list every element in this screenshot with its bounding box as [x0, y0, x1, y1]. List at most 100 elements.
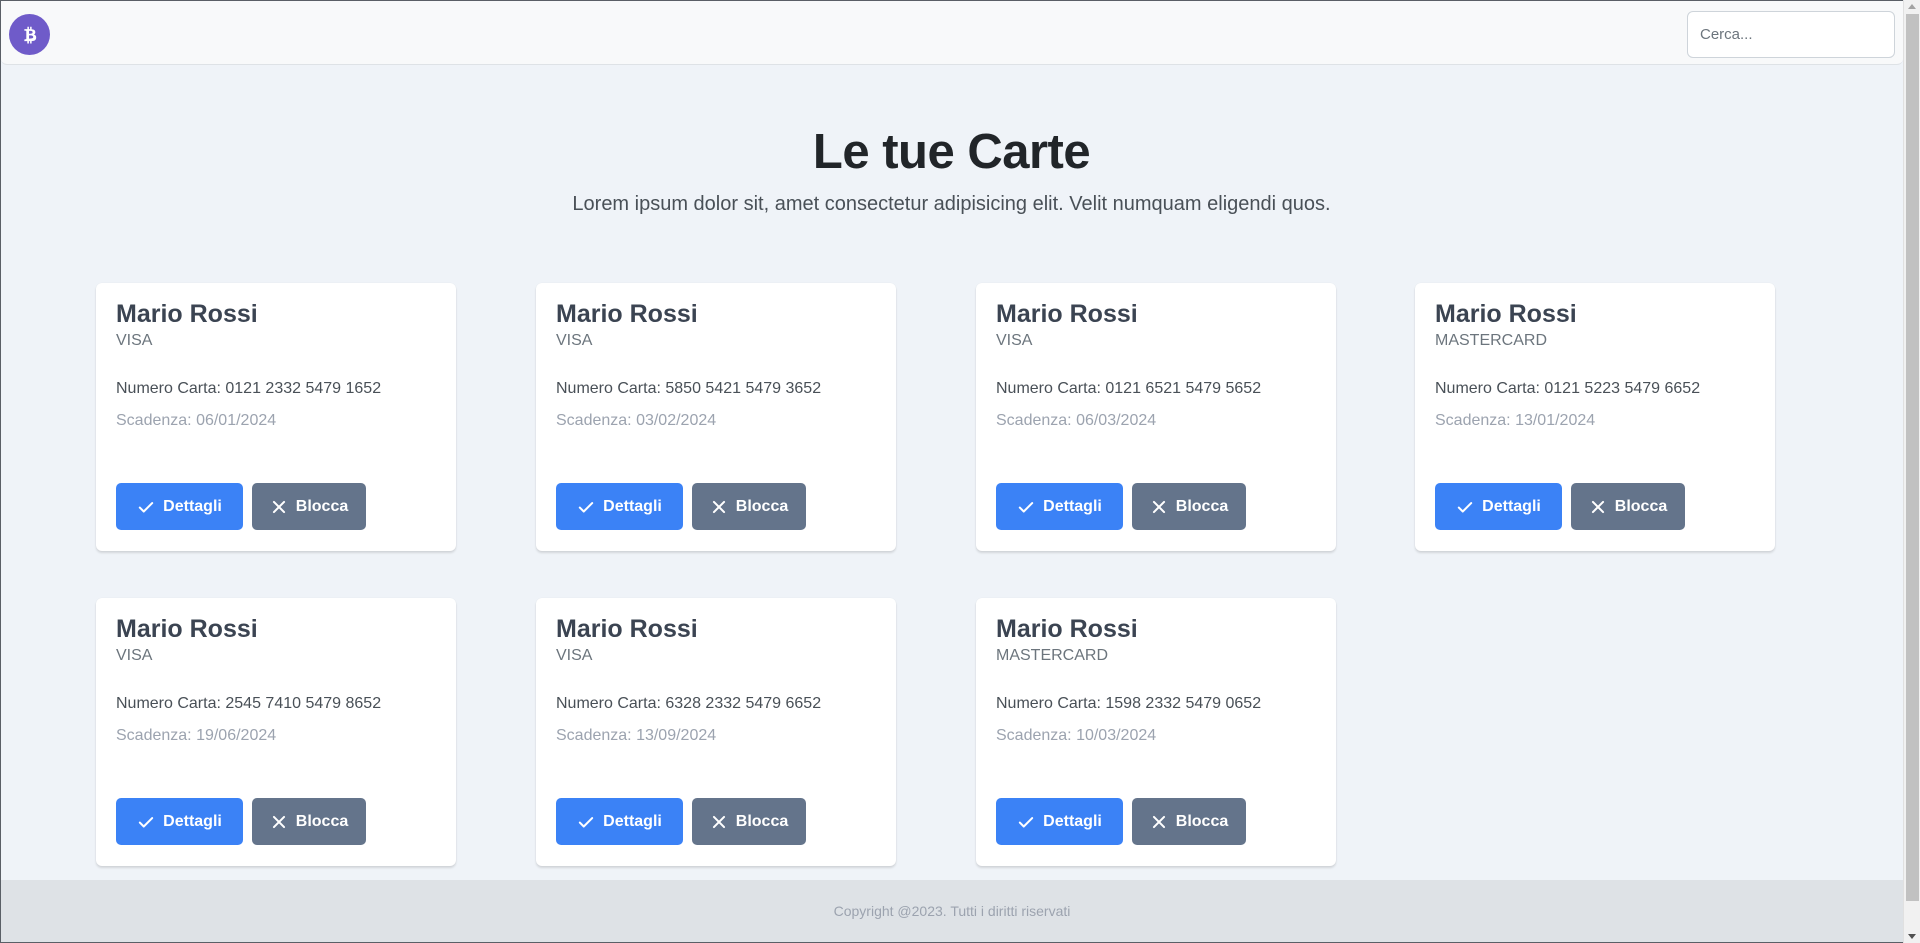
close-icon	[272, 500, 285, 513]
details-button[interactable]: Dettagli	[556, 798, 683, 845]
card-number: Numero Carta: 0121 2332 5479 1652	[116, 380, 381, 398]
card-expiry: Scadenza: 13/01/2024	[1435, 412, 1595, 430]
page-title: Le tue Carte	[812, 125, 1091, 179]
block-button[interactable]: Blocca	[252, 483, 366, 530]
check-icon	[1018, 501, 1034, 513]
card-number-label: Numero Carta:	[996, 695, 1106, 712]
vertical-scrollbar[interactable]	[1903, 0, 1920, 943]
close-icon	[712, 500, 725, 513]
details-button[interactable]: Dettagli	[116, 798, 243, 845]
card-expiry-value: 13/01/2024	[1515, 412, 1596, 429]
card-expiry-value: 03/02/2024	[636, 412, 717, 429]
details-button-label: Dettagli	[1043, 812, 1102, 830]
scroll-down-arrow-icon[interactable]	[1908, 934, 1916, 939]
check-icon	[138, 816, 154, 828]
close-icon	[712, 815, 725, 828]
search-input[interactable]	[1687, 11, 1895, 58]
card-expiry-label: Scadenza:	[116, 727, 197, 744]
card-number-label: Numero Carta:	[116, 695, 226, 712]
check-icon	[1457, 501, 1473, 513]
card-number-value: 2545 7410 5479 8652	[225, 695, 382, 712]
card-expiry: Scadenza: 06/01/2024	[116, 412, 276, 430]
card-expiry: Scadenza: 19/06/2024	[116, 727, 276, 745]
block-button[interactable]: Blocca	[1132, 798, 1246, 845]
page-subtitle: Lorem ipsum dolor sit, amet consectetur …	[572, 193, 1331, 215]
card-number-value: 5850 5421 5479 3652	[665, 380, 822, 397]
card-type: VISA	[556, 647, 593, 664]
card-expiry-label: Scadenza:	[996, 727, 1077, 744]
card-expiry-label: Scadenza:	[556, 412, 637, 429]
check-icon	[578, 816, 594, 828]
card-number-label: Numero Carta:	[1435, 380, 1545, 397]
card-number: Numero Carta: 2545 7410 5479 8652	[116, 695, 381, 713]
card-type: VISA	[116, 647, 153, 664]
card-number-value: 0121 5223 5479 6652	[1544, 380, 1701, 397]
card-holder-name: Mario Rossi	[556, 615, 698, 643]
block-button-label: Blocca	[1614, 497, 1668, 515]
details-button-label: Dettagli	[1043, 497, 1102, 515]
card-expiry-value: 13/09/2024	[636, 727, 717, 744]
card-number-value: 6328 2332 5479 6652	[665, 695, 822, 712]
card-expiry-value: 06/01/2024	[196, 412, 277, 429]
block-button[interactable]: Blocca	[692, 798, 806, 845]
card-holder-name: Mario Rossi	[1435, 300, 1577, 328]
block-button[interactable]: Blocca	[692, 483, 806, 530]
card-expiry: Scadenza: 03/02/2024	[556, 412, 716, 430]
card-expiry-value: 10/03/2024	[1076, 727, 1157, 744]
close-icon	[272, 815, 285, 828]
card-expiry-value: 06/03/2024	[1076, 412, 1157, 429]
block-button-label: Blocca	[295, 812, 349, 830]
card-number-value: 1598 2332 5479 0652	[1105, 695, 1262, 712]
check-icon	[578, 501, 594, 513]
details-button[interactable]: Dettagli	[556, 483, 683, 530]
card-expiry-value: 19/06/2024	[196, 727, 277, 744]
bitcoin-glyph	[23, 26, 36, 44]
card-type: VISA	[996, 332, 1033, 349]
topbar	[1, 1, 1903, 65]
details-button[interactable]: Dettagli	[1435, 483, 1562, 530]
card-expiry: Scadenza: 10/03/2024	[996, 727, 1156, 745]
check-icon	[1018, 816, 1034, 828]
details-button-label: Dettagli	[603, 497, 662, 515]
copyright-text: Copyright @2023. Tutti i diritti riserva…	[833, 903, 1071, 919]
details-button[interactable]: Dettagli	[996, 483, 1123, 530]
card-number-value: 0121 6521 5479 5652	[1105, 380, 1262, 397]
card-item: Mario Rossi VISA Numero Carta: 2545 7410…	[96, 598, 456, 866]
block-button[interactable]: Blocca	[1571, 483, 1685, 530]
block-button-label: Blocca	[735, 497, 789, 515]
card-expiry: Scadenza: 06/03/2024	[996, 412, 1156, 430]
card-item: Mario Rossi MASTERCARD Numero Carta: 012…	[1415, 283, 1775, 551]
card-holder-name: Mario Rossi	[556, 300, 698, 328]
card-expiry-label: Scadenza:	[116, 412, 197, 429]
card-expiry-label: Scadenza:	[996, 412, 1077, 429]
card-item: Mario Rossi VISA Numero Carta: 5850 5421…	[536, 283, 896, 551]
card-expiry-label: Scadenza:	[556, 727, 637, 744]
card-number-label: Numero Carta:	[556, 380, 666, 397]
bitcoin-icon[interactable]	[9, 14, 50, 55]
card-holder-name: Mario Rossi	[116, 300, 258, 328]
check-icon	[138, 501, 154, 513]
details-button-label: Dettagli	[163, 497, 222, 515]
scrollbar-thumb[interactable]	[1906, 14, 1919, 901]
card-expiry-label: Scadenza:	[1435, 412, 1516, 429]
close-icon	[1591, 500, 1604, 513]
details-button-label: Dettagli	[603, 812, 662, 830]
details-button[interactable]: Dettagli	[996, 798, 1123, 845]
footer: Copyright @2023. Tutti i diritti riserva…	[1, 880, 1903, 942]
card-expiry: Scadenza: 13/09/2024	[556, 727, 716, 745]
close-icon	[1152, 815, 1165, 828]
card-number: Numero Carta: 5850 5421 5479 3652	[556, 380, 821, 398]
card-number: Numero Carta: 6328 2332 5479 6652	[556, 695, 821, 713]
card-holder-name: Mario Rossi	[116, 615, 258, 643]
block-button[interactable]: Blocca	[1132, 483, 1246, 530]
card-number: Numero Carta: 1598 2332 5479 0652	[996, 695, 1261, 713]
card-holder-name: Mario Rossi	[996, 615, 1138, 643]
block-button[interactable]: Blocca	[252, 798, 366, 845]
card-type: VISA	[556, 332, 593, 349]
card-type: MASTERCARD	[996, 647, 1109, 664]
details-button[interactable]: Dettagli	[116, 483, 243, 530]
block-button-label: Blocca	[1175, 812, 1229, 830]
block-button-label: Blocca	[1175, 497, 1229, 515]
scroll-up-arrow-icon[interactable]	[1908, 4, 1916, 9]
card-item: Mario Rossi VISA Numero Carta: 0121 2332…	[96, 283, 456, 551]
